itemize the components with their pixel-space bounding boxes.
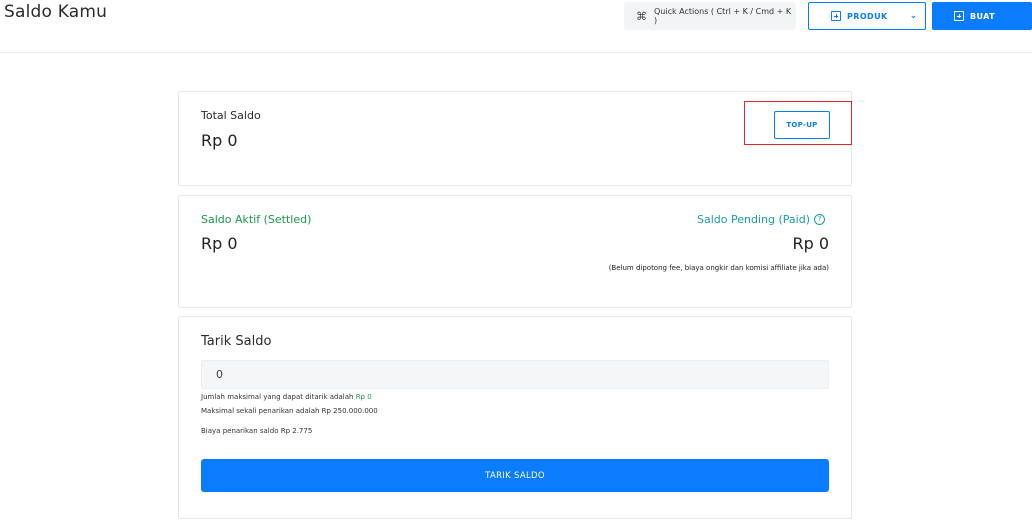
saldo-pending-note: (Belum dipotong fee, biaya ongkir dan ko…	[608, 264, 829, 272]
produk-label: PRODUK	[847, 11, 888, 21]
plus-square-icon	[831, 11, 841, 21]
help-icon[interactable]: ?	[814, 214, 825, 225]
withdraw-max-info: Jumlah maksimal yang dapat ditarik adala…	[201, 393, 372, 401]
buat-label: BUAT	[970, 11, 995, 21]
withdraw-max-value: Rp 0	[355, 393, 372, 401]
plus-square-icon	[954, 11, 964, 21]
total-saldo-amount: Rp 0	[201, 131, 238, 150]
saldo-status-card: Saldo Aktif (Settled) Rp 0 Saldo Pending…	[178, 195, 852, 308]
tarik-saldo-title: Tarik Saldo	[201, 334, 272, 349]
chevron-down-icon: ⌄	[909, 11, 918, 21]
total-saldo-label: Total Saldo	[201, 109, 261, 122]
quick-actions-button[interactable]: ⌘ Quick Actions ( Ctrl + K / Cmd + K )	[624, 2, 796, 30]
saldo-pending-amount: Rp 0	[792, 234, 829, 253]
saldo-aktif-amount: Rp 0	[201, 234, 238, 253]
saldo-pending-header: Saldo Pending (Paid) ?	[697, 213, 825, 226]
quick-actions-label: Quick Actions ( Ctrl + K / Cmd + K )	[654, 7, 792, 25]
tarik-saldo-button[interactable]: TARIK SALDO	[201, 459, 829, 492]
total-saldo-card: Total Saldo Rp 0 TOP-UP	[178, 91, 852, 186]
tarik-saldo-card: Tarik Saldo Jumlah maksimal yang dapat d…	[178, 316, 852, 519]
command-icon: ⌘	[636, 9, 647, 23]
withdraw-fee-info: Biaya penarikan saldo Rp 2.775	[201, 427, 313, 435]
produk-dropdown-button[interactable]: PRODUK ⌄	[808, 2, 926, 30]
withdraw-limit-info: Maksimal sekali penarikan adalah Rp 250.…	[201, 407, 378, 415]
withdraw-amount-input[interactable]	[201, 360, 829, 389]
topup-button[interactable]: TOP-UP	[774, 111, 830, 139]
saldo-pending-label: Saldo Pending (Paid)	[697, 213, 810, 226]
withdraw-max-text: Jumlah maksimal yang dapat ditarik adala…	[201, 393, 354, 401]
top-header: Saldo Kamu ⌘ Quick Actions ( Ctrl + K / …	[0, 0, 1032, 53]
buat-button[interactable]: BUAT	[932, 2, 1032, 30]
page-title: Saldo Kamu	[4, 2, 108, 22]
saldo-aktif-label: Saldo Aktif (Settled)	[201, 213, 312, 226]
